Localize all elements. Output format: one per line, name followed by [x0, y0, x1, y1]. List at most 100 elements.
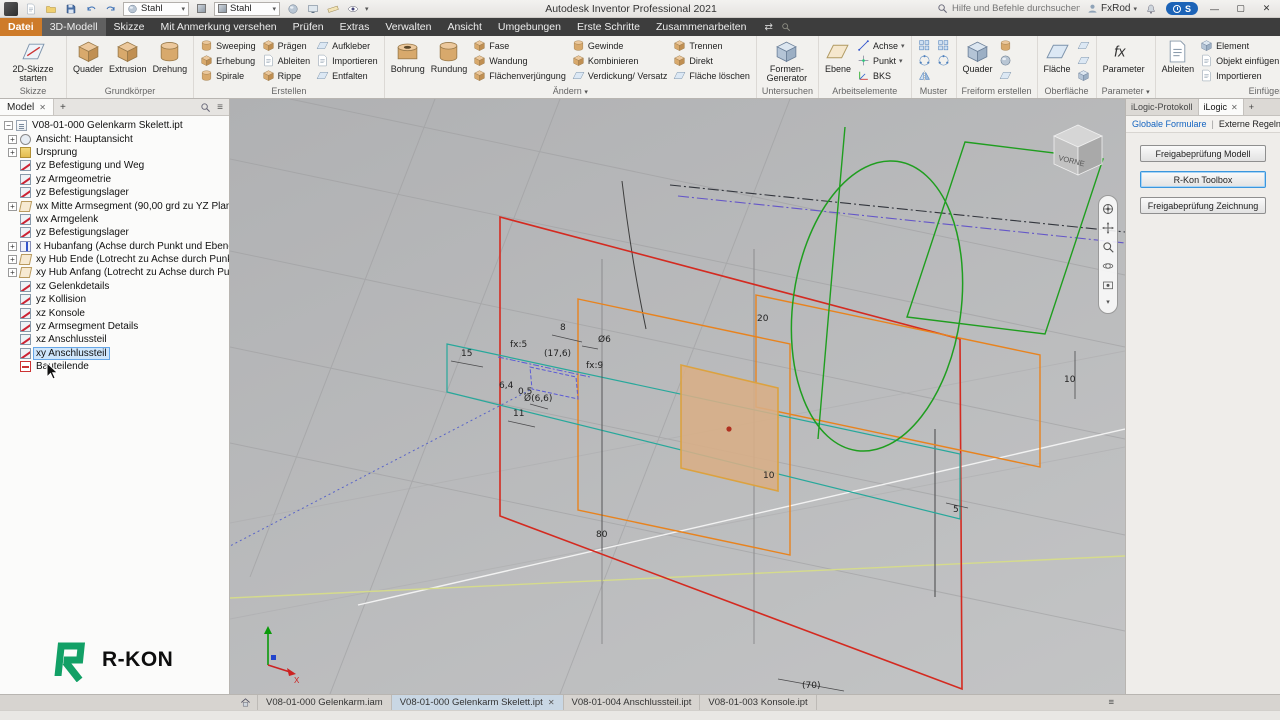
erhebung-button[interactable]: Erhebung — [197, 53, 259, 68]
tab-datei[interactable]: Datei — [0, 18, 42, 36]
dim-10a[interactable]: 10 — [763, 471, 775, 481]
direkt-button[interactable]: Direkt — [670, 53, 753, 68]
dim-10b[interactable]: 10 — [1064, 375, 1076, 385]
look-at-icon[interactable] — [1102, 279, 1114, 291]
flaechenverjuengung-button[interactable]: Flächenverjüngung — [470, 68, 569, 83]
maximize-button[interactable]: ▢ — [1231, 1, 1250, 16]
element-button[interactable]: Element — [1197, 38, 1280, 53]
pan-icon[interactable] — [1102, 222, 1114, 234]
tree-item[interactable]: +Ansicht: Hauptansicht — [0, 132, 229, 145]
tree-item[interactable]: yz Armsegment Details — [0, 320, 229, 333]
freiform-quader-button[interactable]: Quader — [960, 38, 996, 75]
extrusion-button[interactable]: Extrusion — [106, 38, 150, 75]
tree-item[interactable]: +x Hubanfang (Achse durch Punkt und Eben… — [0, 240, 229, 253]
fase-button[interactable]: Fase — [470, 38, 569, 53]
tree-item[interactable]: +wx Mitte Armsegment (90,00 grd zu YZ Pl… — [0, 199, 229, 212]
steering-wheel-icon[interactable] — [1102, 203, 1114, 215]
start-2d-sketch-button[interactable]: 2D-Skizze starten — [3, 38, 63, 84]
new-document-icon[interactable] — [23, 2, 38, 16]
flaeche-loeschen-button[interactable]: Fläche löschen — [670, 68, 753, 83]
subtab-globale-formulare[interactable]: Globale Formulare — [1132, 119, 1207, 129]
qat-overflow-icon[interactable]: ▾ — [365, 5, 369, 13]
flaeche-skulptur-button[interactable] — [1074, 68, 1093, 83]
switch-windows-icon[interactable]: ⇄ — [764, 22, 772, 33]
flaeche-erweitern-button[interactable] — [1074, 38, 1093, 53]
tree-item[interactable]: yz Armgeometrie — [0, 173, 229, 186]
expand-icon[interactable]: + — [8, 255, 17, 264]
collapse-icon[interactable]: − — [4, 121, 13, 130]
bohrung-button[interactable]: Bohrung — [388, 38, 428, 75]
dim-80[interactable]: 80 — [596, 530, 608, 540]
dim-8[interactable]: 8 — [560, 323, 566, 333]
visibility-icon[interactable] — [345, 2, 360, 16]
verdickung-button[interactable]: Verdickung/ Versatz — [569, 68, 671, 83]
expand-icon[interactable]: + — [8, 202, 17, 211]
measure-icon[interactable] — [325, 2, 340, 16]
search-input[interactable] — [952, 3, 1080, 14]
doc-tab-gelenkarm-iam[interactable]: V08-01-000 Gelenkarm.iam — [258, 695, 392, 710]
trennen-button[interactable]: Trennen — [670, 38, 753, 53]
material-browser-icon[interactable] — [285, 2, 300, 16]
dim-fx5[interactable]: fx:5 — [510, 340, 527, 350]
dim-17-6[interactable]: (17,6) — [544, 349, 571, 359]
runde-anordnung-button[interactable] — [915, 53, 934, 68]
freiform-kugel-button[interactable] — [996, 53, 1015, 68]
tree-item[interactable]: wx Armgelenk — [0, 213, 229, 226]
freiform-zylinder-button[interactable] — [996, 38, 1015, 53]
flaeche-button[interactable]: Fläche — [1041, 38, 1074, 75]
einfuegen-ableiten-button[interactable]: Ableiten — [1159, 38, 1198, 75]
save-icon[interactable] — [63, 2, 78, 16]
detail-sketch[interactable] — [498, 357, 590, 399]
close-icon[interactable]: ✕ — [548, 698, 555, 707]
tab-ansicht[interactable]: Ansicht — [439, 18, 489, 36]
ribbon-search-icon[interactable] — [781, 22, 791, 32]
tree-item[interactable]: xz Gelenkdetails — [0, 280, 229, 293]
praegen-button[interactable]: Prägen — [259, 38, 314, 53]
viewport[interactable]: 15 fx:5 8 Ø6 (17,6) fx:9 6,4 0,5 Ø(6,6) … — [230, 99, 1125, 694]
tab-pruefen[interactable]: Prüfen — [285, 18, 332, 36]
appearance-icon[interactable] — [194, 2, 209, 16]
expand-icon[interactable]: + — [8, 242, 17, 251]
doc-tab-gelenkarm-skelett[interactable]: V08-01-000 Gelenkarm Skelett.ipt✕ — [392, 695, 564, 710]
dim-20[interactable]: 20 — [757, 314, 769, 324]
parameter-button[interactable]: Parameter — [1100, 38, 1148, 75]
muster-option-button[interactable] — [934, 53, 953, 68]
einfuegen-importieren-button[interactable]: Importieren — [1197, 68, 1280, 83]
tree-item[interactable]: yz Befestigungslager — [0, 226, 229, 239]
recorder-badge[interactable]: S — [1166, 2, 1198, 15]
tree-item[interactable]: +xy Hub Ende (Lotrecht zu Achse durch Pu… — [0, 253, 229, 266]
dim-6-4[interactable]: 6,4 — [499, 381, 514, 391]
tab-ilogic-protokoll[interactable]: iLogic-Protokoll — [1126, 99, 1199, 115]
wandung-button[interactable]: Wandung — [470, 53, 569, 68]
doc-tab-konsole[interactable]: V08-01-003 Konsole.ipt — [700, 695, 816, 710]
dim-fx9[interactable]: fx:9 — [586, 361, 604, 371]
skizzenbasierte-anordnung-button[interactable] — [934, 38, 953, 53]
dim-dia6[interactable]: Ø6 — [598, 334, 611, 345]
tree-item[interactable]: yz Befestigungslager — [0, 186, 229, 199]
browser-tab-model[interactable]: Model ✕ — [0, 99, 54, 115]
tree-item[interactable]: xz Anschlussteil — [0, 333, 229, 346]
gewinde-button[interactable]: Gewinde — [569, 38, 671, 53]
quader-button[interactable]: Quader — [70, 38, 106, 75]
minimize-button[interactable]: — — [1205, 1, 1224, 16]
tree-item[interactable]: xz Konsole — [0, 306, 229, 319]
screen-capture-icon[interactable] — [305, 2, 320, 16]
tree-item[interactable]: yz Kollision — [0, 293, 229, 306]
dim-70[interactable]: (70) — [802, 681, 820, 691]
add-browser-tab-button[interactable]: + — [54, 102, 72, 113]
navbar-more-icon[interactable]: ▾ — [1106, 298, 1110, 306]
rechteckige-anordnung-button[interactable] — [915, 38, 934, 53]
tree-item[interactable]: yz Befestigung und Weg — [0, 159, 229, 172]
close-icon[interactable]: ✕ — [39, 103, 46, 112]
freiform-ebene-button[interactable] — [996, 68, 1015, 83]
bks-button[interactable]: BKS — [854, 68, 908, 83]
rippe-button[interactable]: Rippe — [259, 68, 314, 83]
subtab-externe-regeln[interactable]: Externe Regeln — [1219, 119, 1280, 129]
ebene-button[interactable]: Ebene — [822, 38, 854, 75]
expand-icon[interactable]: + — [8, 135, 17, 144]
kombinieren-button[interactable]: Kombinieren — [569, 53, 671, 68]
material-select[interactable]: Stahl ▾ — [123, 2, 189, 16]
drehung-button[interactable]: Drehung — [150, 38, 191, 75]
tab-umgebungen[interactable]: Umgebungen — [490, 18, 569, 36]
tab-zusammenarbeiten[interactable]: Zusammenarbeiten — [648, 18, 754, 36]
